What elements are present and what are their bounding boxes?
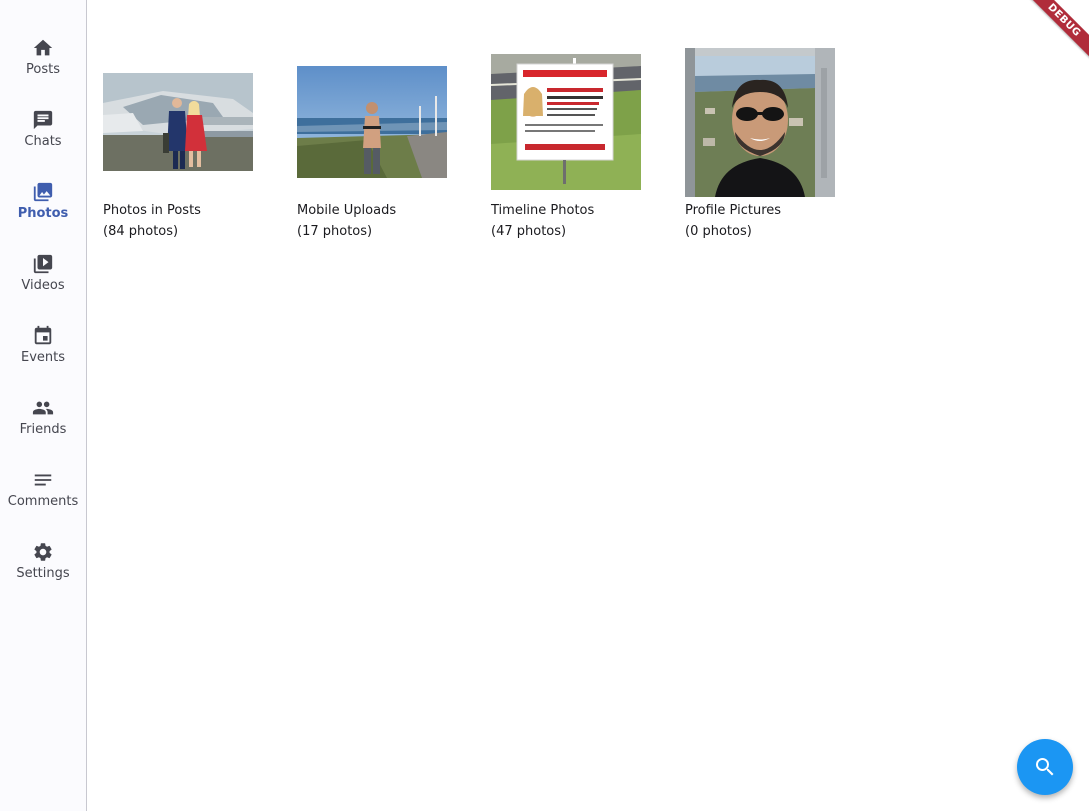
album-thumbnail — [297, 66, 447, 178]
nav-item-settings[interactable]: Settings — [0, 524, 86, 596]
nav-item-photos[interactable]: Photos — [0, 164, 86, 236]
nav-item-label: Events — [20, 350, 65, 365]
navigation-rail: Posts Chats Photos Videos Events Friends… — [0, 0, 87, 811]
album-title: Profile Pictures — [685, 203, 782, 218]
nav-item-label: Settings — [16, 566, 70, 581]
nav-item-label: Comments — [7, 494, 79, 509]
nav-item-label: Photos — [17, 206, 69, 221]
home-icon — [31, 36, 55, 60]
album-thumbnail — [685, 48, 835, 197]
nav-item-label: Friends — [19, 422, 67, 437]
gear-icon — [31, 540, 55, 564]
nav-item-friends[interactable]: Friends — [0, 380, 86, 452]
album-thumbnail — [103, 73, 253, 171]
album-title: Mobile Uploads — [297, 203, 397, 218]
album-thumbnail — [491, 54, 641, 190]
event-icon — [31, 324, 55, 348]
chat-icon — [31, 108, 55, 132]
nav-item-comments[interactable]: Comments — [0, 452, 86, 524]
album-title: Timeline Photos — [491, 203, 595, 218]
nav-item-label: Chats — [24, 134, 62, 149]
album-title: Photos in Posts — [103, 203, 201, 218]
nav-item-posts[interactable]: Posts — [0, 20, 86, 92]
photo-library-icon — [31, 180, 55, 204]
app-window: Posts Chats Photos Videos Events Friends… — [0, 0, 1089, 811]
nav-item-videos[interactable]: Videos — [0, 236, 86, 308]
nav-item-events[interactable]: Events — [0, 308, 86, 380]
nav-item-chats[interactable]: Chats — [0, 92, 86, 164]
album-photo-count: (84 photos) — [103, 224, 179, 239]
album-photo-count: (0 photos) — [685, 224, 752, 239]
search-fab-button[interactable] — [1017, 739, 1073, 795]
nav-item-label: Videos — [21, 278, 65, 293]
nav-item-label: Posts — [26, 62, 60, 77]
video-library-icon — [31, 252, 55, 276]
album-photo-count: (17 photos) — [297, 224, 373, 239]
people-icon — [31, 396, 55, 420]
notes-icon — [31, 468, 55, 492]
album-photo-count: (47 photos) — [491, 224, 567, 239]
photos-album-grid: Photos in Posts (84 photos) Mobile Uploa… — [87, 0, 1089, 811]
search-icon — [1033, 755, 1057, 779]
